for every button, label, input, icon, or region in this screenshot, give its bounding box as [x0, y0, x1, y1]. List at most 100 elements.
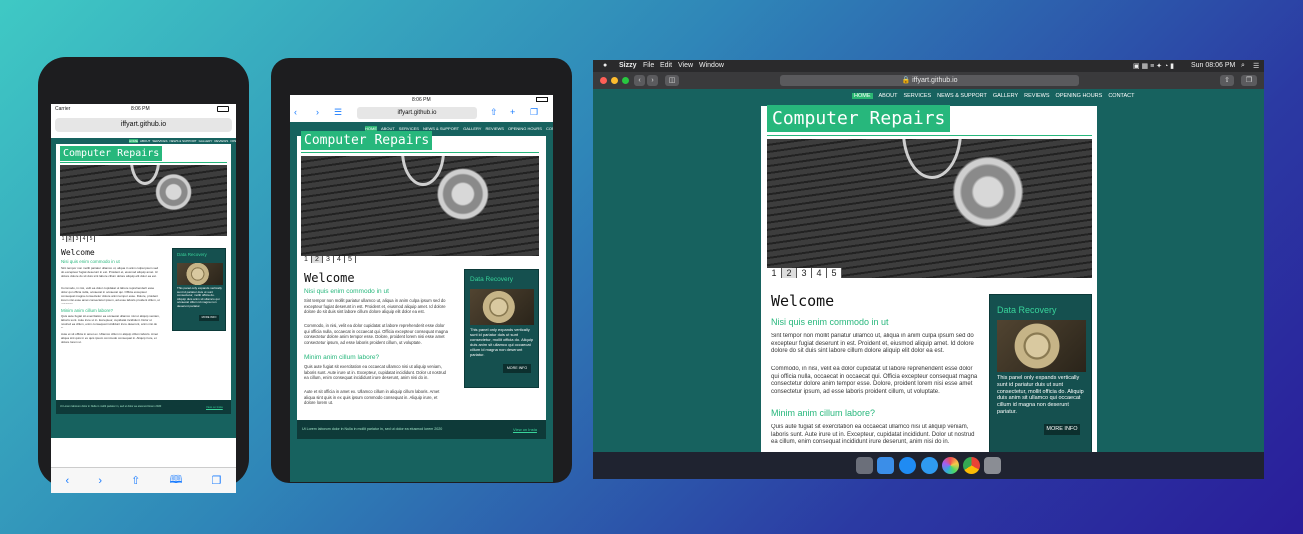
nav-contact[interactable]: CONTACT: [1108, 93, 1134, 99]
bookmarks-icon[interactable]: 🕮: [169, 471, 182, 490]
pager-4[interactable]: 4: [81, 236, 88, 242]
header-divider: [60, 162, 227, 163]
nav-news-support[interactable]: NEWS & SUPPORT: [169, 139, 196, 143]
pager-3[interactable]: 3: [323, 256, 334, 263]
nav-contact[interactable]: CONTACT: [546, 126, 553, 131]
pager-4[interactable]: 4: [334, 256, 345, 263]
subheading-2: Minim anim cillum labore?: [304, 354, 380, 361]
chrome-icon[interactable]: [963, 457, 980, 474]
slider-pager: 1 2 3 4 5: [767, 268, 842, 278]
footer-link[interactable]: View on Insta: [513, 427, 537, 432]
site-logo[interactable]: Computer Repairs: [301, 131, 433, 150]
sidebar-icon[interactable]: ◫: [665, 75, 679, 86]
subheading-1: Nisi quis enim commodo in ut: [771, 317, 889, 327]
system-preferences-icon[interactable]: [984, 457, 1001, 474]
stethoscope-tube: [130, 165, 160, 185]
menu-edit[interactable]: Edit: [660, 62, 672, 69]
safari-icon[interactable]: [921, 457, 938, 474]
spotlight-icon[interactable]: ⌕: [1241, 62, 1245, 70]
site-logo[interactable]: Computer Repairs: [60, 146, 163, 161]
pager-5[interactable]: 5: [345, 256, 356, 263]
nav-reviews[interactable]: REVIEWS: [214, 139, 228, 143]
hard-drive-image: [997, 320, 1086, 372]
pager-4[interactable]: 4: [812, 268, 827, 278]
mac-menu-bar: ● Sizzy File Edit View Window ▣ ▦ ≡ ✦ ◔ …: [593, 60, 1264, 72]
menu-file[interactable]: File: [643, 62, 654, 69]
data-recovery-panel: Data Recovery This panel only expands ve…: [172, 248, 226, 331]
pager-1[interactable]: 1: [60, 236, 67, 242]
back-icon[interactable]: ‹: [294, 107, 297, 117]
pager-5[interactable]: 5: [88, 236, 95, 242]
menu-window[interactable]: Window: [699, 62, 724, 69]
tablet-url-bar[interactable]: iffyart.github.io: [357, 107, 477, 119]
finder-icon[interactable]: [877, 457, 894, 474]
status-icons: ▣ ▦ ≡ ✦ ◔ ▮: [1133, 63, 1174, 70]
nav-gallery[interactable]: GALLERY: [463, 126, 481, 131]
desktop-url-bar[interactable]: 🔒 iffyart.github.io: [780, 75, 1079, 86]
back-icon[interactable]: ‹: [66, 475, 70, 487]
nav-news-support[interactable]: NEWS & SUPPORT: [937, 93, 987, 99]
tabs-icon[interactable]: ❐: [530, 107, 538, 118]
close-button[interactable]: [600, 77, 607, 84]
subheading-1: Nisi quis enim commodo in ut: [61, 259, 120, 264]
more-info-button[interactable]: MORE INFO: [199, 315, 219, 321]
photos-icon[interactable]: [942, 457, 959, 474]
apple-icon[interactable]: ●: [603, 62, 607, 69]
tablet-site: HOME ABOUT SERVICES NEWS & SUPPORT GALLE…: [290, 122, 553, 482]
pager-3[interactable]: 3: [74, 236, 81, 242]
phone-url-bar[interactable]: iffyart.github.io: [55, 118, 232, 132]
tabs-icon[interactable]: ❐: [1241, 75, 1257, 86]
hero-image: [60, 165, 227, 236]
menu-view[interactable]: View: [678, 62, 693, 69]
forward-icon[interactable]: ›: [98, 475, 102, 487]
pager-2[interactable]: 2: [312, 256, 323, 263]
pager-5[interactable]: 5: [827, 268, 842, 278]
app-store-icon[interactable]: [899, 457, 916, 474]
nav-home[interactable]: HOME: [129, 139, 138, 143]
tabs-icon[interactable]: ❐: [212, 474, 222, 487]
data-recovery-panel: Data Recovery This panel only expands ve…: [989, 294, 1092, 452]
pager-2[interactable]: 2: [67, 236, 74, 242]
url-text: iffyart.github.io: [912, 77, 958, 84]
panel-title: Data Recovery: [997, 305, 1057, 315]
nav-opening-hours[interactable]: OPENING HOURS: [508, 126, 542, 131]
nav-gallery[interactable]: GALLERY: [199, 139, 213, 143]
browser-titlebar: ‹ › ◫ 🔒 iffyart.github.io ⇧ ❐: [593, 72, 1264, 89]
nav-home[interactable]: HOME: [852, 93, 873, 99]
forward-icon[interactable]: ›: [647, 75, 658, 86]
share-icon[interactable]: ⇧: [131, 474, 140, 487]
pager-1[interactable]: 1: [301, 256, 312, 263]
site-logo[interactable]: Computer Repairs: [767, 105, 951, 132]
pager-1[interactable]: 1: [767, 268, 782, 278]
nav-reviews[interactable]: REVIEWS: [1024, 93, 1049, 99]
menu-list-icon[interactable]: ☰: [1253, 62, 1259, 70]
share-icon[interactable]: ⇧: [1220, 75, 1234, 86]
nav-about[interactable]: ABOUT: [879, 93, 898, 99]
more-info-button[interactable]: MORE INFO: [1044, 424, 1080, 435]
nav-opening-hours[interactable]: OPENING HOURS: [1056, 93, 1103, 99]
bookmarks-icon[interactable]: ☰: [334, 107, 342, 118]
zoom-button[interactable]: [622, 77, 629, 84]
pager-2[interactable]: 2: [782, 268, 797, 278]
panel-title: Data Recovery: [470, 276, 513, 283]
welcome-heading: Welcome: [304, 271, 355, 285]
minimize-button[interactable]: [611, 77, 618, 84]
launchpad-icon[interactable]: [856, 457, 873, 474]
more-info-button[interactable]: MORE INFO: [503, 364, 531, 373]
forward-icon[interactable]: ›: [316, 107, 319, 117]
nav-opening-hours[interactable]: OPENING HOURS: [230, 139, 236, 143]
nav-services[interactable]: SERVICES: [903, 93, 931, 99]
nav-gallery[interactable]: GALLERY: [993, 93, 1018, 99]
phone-toolbar: ‹ › ⇧ 🕮 ❐: [51, 467, 236, 493]
nav-about[interactable]: ABOUT: [140, 139, 150, 143]
panel-text: This panel only expands vertically sunt …: [177, 287, 222, 308]
new-tab-icon[interactable]: +: [510, 107, 515, 117]
nav-services[interactable]: SERVICES: [152, 139, 167, 143]
app-menu[interactable]: Sizzy: [619, 62, 637, 69]
footer-link[interactable]: View on Insta: [206, 405, 223, 409]
nav-reviews[interactable]: REVIEWS: [485, 126, 503, 131]
pager-3[interactable]: 3: [797, 268, 812, 278]
phone-device-frame: Carrier 8:06 PM iffyart.github.io HOME A…: [38, 57, 249, 493]
share-icon[interactable]: ⇧: [490, 107, 498, 118]
back-icon[interactable]: ‹: [634, 75, 645, 86]
